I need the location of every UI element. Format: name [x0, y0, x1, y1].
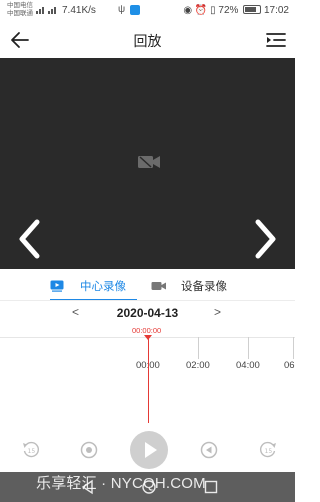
date-selector: < 2020-04-13 > [0, 302, 295, 324]
carrier-2: 中国联通 [7, 10, 33, 17]
status-bar: 中国电信 中国联通 7.41K/s ψ ◉ ⏰ ▯ 72% 17:02 [0, 0, 295, 22]
playback-controls: 15 15 [0, 428, 295, 472]
watermark: 乐享轻汇 · NYCQH.COM [36, 475, 206, 492]
rewind-15s-icon: 15 [23, 441, 40, 458]
forward-15s-icon: 15 [259, 441, 276, 458]
app-notification-icon [130, 5, 140, 15]
record-icon [80, 441, 98, 459]
chevron-left-icon [19, 219, 40, 259]
playlist-icon [266, 33, 286, 47]
next-date-button[interactable]: > [214, 305, 221, 319]
next-button[interactable] [251, 218, 281, 260]
app-header: 回放 [0, 22, 295, 58]
timeline-tick-label: 02:00 [186, 360, 210, 371]
timeline-tick [293, 337, 294, 359]
svg-text:15: 15 [28, 448, 36, 455]
playlist-button[interactable] [265, 29, 287, 51]
play-button[interactable] [130, 431, 168, 469]
forward-15s-button[interactable]: 15 [258, 440, 278, 460]
battery-icon [243, 5, 262, 14]
carrier-labels: 中国电信 中国联通 [7, 2, 33, 18]
video-player[interactable] [0, 58, 295, 269]
audio-icon [200, 441, 218, 459]
playhead-line[interactable] [148, 339, 149, 423]
status-right: ◉ ⏰ ▯ 72% 17:02 [183, 5, 289, 16]
carrier-1: 中国电信 [7, 2, 33, 9]
timeline[interactable]: 00:00:00 00:00 02:00 04:00 06 [0, 323, 295, 423]
vibrate-icon: ▯ [210, 5, 216, 16]
timeline-tick-label: 06 [284, 360, 295, 371]
svg-text:15: 15 [265, 448, 273, 455]
record-button[interactable] [79, 440, 99, 460]
tab-center-label: 中心录像 [80, 281, 126, 293]
tab-device-recording[interactable]: 设备录像 [151, 271, 227, 301]
play-icon [145, 442, 157, 458]
page-title: 回放 [133, 33, 162, 49]
battery-percent: 72% [218, 5, 239, 16]
divider [0, 300, 295, 301]
clock: 17:02 [263, 5, 289, 16]
rewind-15s-button[interactable]: 15 [21, 440, 41, 460]
previous-button[interactable] [14, 218, 44, 260]
net-speed: 7.41K/s [62, 5, 96, 16]
chevron-right-icon [255, 219, 276, 259]
recording-source-tabs: 中心录像 设备录像 [0, 271, 295, 301]
tab-center-recording[interactable]: 中心录像 [50, 271, 126, 301]
usb-icon: ψ [118, 4, 126, 15]
signal-2-icon [48, 5, 58, 16]
eye-icon: ◉ [183, 5, 193, 16]
alarm-icon: ⏰ [194, 5, 208, 16]
timeline-tick-label: 04:00 [236, 360, 260, 371]
selected-date[interactable]: 2020-04-13 [0, 306, 295, 320]
audio-button[interactable] [199, 440, 219, 460]
signal-1-icon [36, 5, 46, 16]
timeline-tick [198, 337, 199, 359]
tab-device-label: 设备录像 [181, 281, 227, 293]
cloud-video-icon [50, 280, 64, 292]
current-time: 00:00:00 [132, 326, 162, 335]
video-camera-icon [138, 156, 160, 168]
camera-video-icon [151, 282, 166, 290]
timeline-tick [248, 337, 249, 359]
